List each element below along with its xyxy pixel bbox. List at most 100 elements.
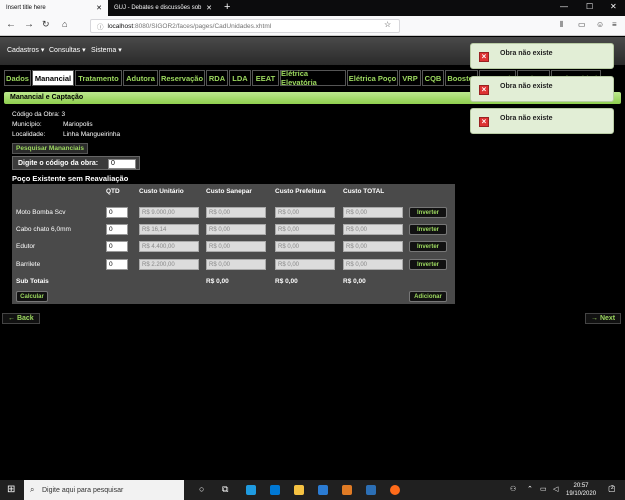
qty-input[interactable]: 0 (106, 207, 128, 218)
unit-cost-field: R$ 2.200,00 (139, 259, 199, 270)
search-mananciais-button[interactable]: Pesquisar Mananciais (12, 143, 88, 154)
codigo-obra-text: Código da Obra: 3 (12, 111, 66, 118)
volume-icon[interactable]: ◁ (553, 485, 558, 493)
notification-center-icon[interactable]: ▢ 2 (608, 484, 616, 493)
back-arrow-icon[interactable]: ← (6, 19, 16, 30)
tab-adutora[interactable]: Adutora (123, 70, 158, 86)
adicionar-button[interactable]: Adicionar (409, 291, 447, 302)
cortana-icon[interactable]: ○ (199, 484, 204, 494)
total-cost-field: R$ 0,00 (343, 224, 403, 235)
row-label: Moto Bomba Scv (16, 209, 66, 216)
header-custo-sanepar: Custo Sanepar (206, 188, 252, 195)
tab-reservacao[interactable]: Reservação (159, 70, 205, 86)
code-input[interactable]: 0 (108, 159, 136, 169)
qty-input[interactable]: 0 (106, 259, 128, 270)
tab-eletrica-elevatoria[interactable]: Elétrica Elevatória (280, 69, 346, 87)
menu-cadastros[interactable]: Cadastros ▾ (7, 46, 44, 54)
header-qtd: QTD (106, 188, 120, 195)
inverter-button[interactable]: Inverter (409, 207, 447, 218)
next-button[interactable]: → Next (585, 313, 622, 324)
code-prompt-label: Digite o código da obra: (18, 160, 99, 167)
localidade-value: Linha Mangueirinha (63, 131, 121, 138)
sanepar-cost-field: R$ 0,00 (206, 224, 266, 235)
new-tab-icon[interactable]: + (224, 1, 230, 13)
qty-input[interactable]: 0 (106, 224, 128, 235)
taskbar-search[interactable]: ⌕ Digite aqui para pesquisar (24, 480, 184, 500)
notification-count: 2 (611, 485, 614, 491)
prefeitura-cost-field: R$ 0,00 (275, 207, 335, 218)
clock-time: 20:57 (573, 483, 589, 489)
windows-start-icon[interactable]: ⊞ (7, 484, 15, 495)
reload-icon[interactable]: ↻ (42, 19, 50, 30)
prefeitura-cost-field: R$ 0,00 (275, 224, 335, 235)
profile-icon[interactable]: ☺ (596, 20, 604, 29)
inverter-button[interactable]: Inverter (409, 241, 447, 252)
unit-cost-field: R$ 4.400,00 (139, 241, 199, 252)
eclipse-icon[interactable] (366, 485, 376, 495)
close-window-icon[interactable]: ✕ (610, 2, 617, 11)
minimize-icon[interactable]: — (560, 2, 568, 11)
url-host: localhost (107, 22, 134, 30)
search-icon: ⌕ (30, 485, 35, 494)
hamburger-menu-icon[interactable]: ≡ (612, 20, 617, 29)
task-view-icon[interactable]: ⧉ (222, 484, 228, 495)
subtotal-label: Sub Totais (16, 278, 49, 285)
search-placeholder: Digite aqui para pesquisar (42, 486, 124, 494)
tab-rda[interactable]: RDA (206, 70, 228, 86)
error-icon: × (479, 117, 489, 127)
notification-text: Obra não existe (500, 50, 553, 57)
tab-cqb[interactable]: CQB (422, 70, 444, 86)
unit-cost-field: R$ 9.000,00 (139, 207, 199, 218)
browser-tab[interactable]: GUJ - Debates e discussões sob ✕ (108, 0, 218, 16)
inverter-button[interactable]: Inverter (409, 224, 447, 235)
sanepar-cost-field: R$ 0,00 (206, 207, 266, 218)
home-icon[interactable]: ⌂ (62, 19, 67, 29)
notification-text: Obra não existe (500, 83, 553, 90)
maximize-icon[interactable]: ☐ (586, 2, 593, 11)
sidebar-icon[interactable]: ▭ (578, 20, 586, 29)
browser-tab-bar: Insert title here ✕ GUJ - Debates e disc… (0, 0, 625, 16)
app-icon[interactable] (342, 485, 352, 495)
file-explorer-icon[interactable] (294, 485, 304, 495)
inverter-button[interactable]: Inverter (409, 259, 447, 270)
people-icon[interactable]: ⚇ (510, 485, 516, 493)
back-button[interactable]: ← Back (2, 313, 40, 324)
tab-eletrica-poco[interactable]: Elétrica Poço (347, 70, 398, 86)
tab-eeat[interactable]: EEAT (252, 70, 279, 86)
bookmark-icon[interactable]: ☆ (384, 20, 391, 29)
taskbar-clock[interactable]: 20:57 19/10/2020 (566, 482, 596, 498)
calcular-button[interactable]: Calcular (16, 291, 48, 302)
total-cost-field: R$ 0,00 (343, 207, 403, 218)
mail-icon[interactable] (318, 485, 328, 495)
tab-manancial[interactable]: Manancial (32, 70, 74, 86)
subtotal-prefeitura: R$ 0,00 (275, 278, 298, 285)
close-icon[interactable]: ✕ (96, 4, 102, 12)
url-bar[interactable]: ⓘ localhost:8080/SIGOR2/faces/pages/CadU… (90, 19, 400, 33)
browser-nav-bar: ← → ↻ ⌂ ⓘ localhost:8080/SIGOR2/faces/pa… (0, 16, 625, 36)
menu-sistema[interactable]: Sistema ▾ (91, 46, 122, 54)
municipio-value: Mariopolis (63, 121, 93, 128)
qty-input[interactable]: 0 (106, 241, 128, 252)
browser-tab-active[interactable]: Insert title here ✕ (0, 0, 108, 16)
tab-tratamento[interactable]: Tratamento (75, 70, 122, 86)
row-label: Barrilete (16, 261, 41, 268)
menu-consultas[interactable]: Consultas ▾ (49, 46, 86, 54)
row-label: Cabo chato 6,0mm (16, 226, 71, 233)
forward-arrow-icon[interactable]: → (24, 19, 34, 30)
localidade-label: Localidade: (12, 131, 46, 138)
header-custo-unitario: Custo Unitário (139, 188, 184, 195)
edge-icon[interactable] (246, 485, 256, 495)
store-icon[interactable] (270, 485, 280, 495)
chevron-up-icon[interactable]: ⌃ (527, 485, 533, 493)
close-icon[interactable]: ✕ (206, 4, 212, 12)
firefox-icon[interactable] (390, 485, 400, 495)
municipio-label: Município: (12, 121, 42, 128)
tab-dados[interactable]: Dados (4, 70, 31, 86)
network-icon[interactable]: ▭ (540, 485, 547, 493)
error-notification: × Obra não existe (470, 43, 614, 69)
total-cost-field: R$ 0,00 (343, 241, 403, 252)
library-icon[interactable]: ⫴ (560, 20, 563, 30)
tab-vrp[interactable]: VRP (399, 70, 421, 86)
tab-lda[interactable]: LDA (229, 70, 251, 86)
header-custo-total: Custo TOTAL (343, 188, 385, 195)
